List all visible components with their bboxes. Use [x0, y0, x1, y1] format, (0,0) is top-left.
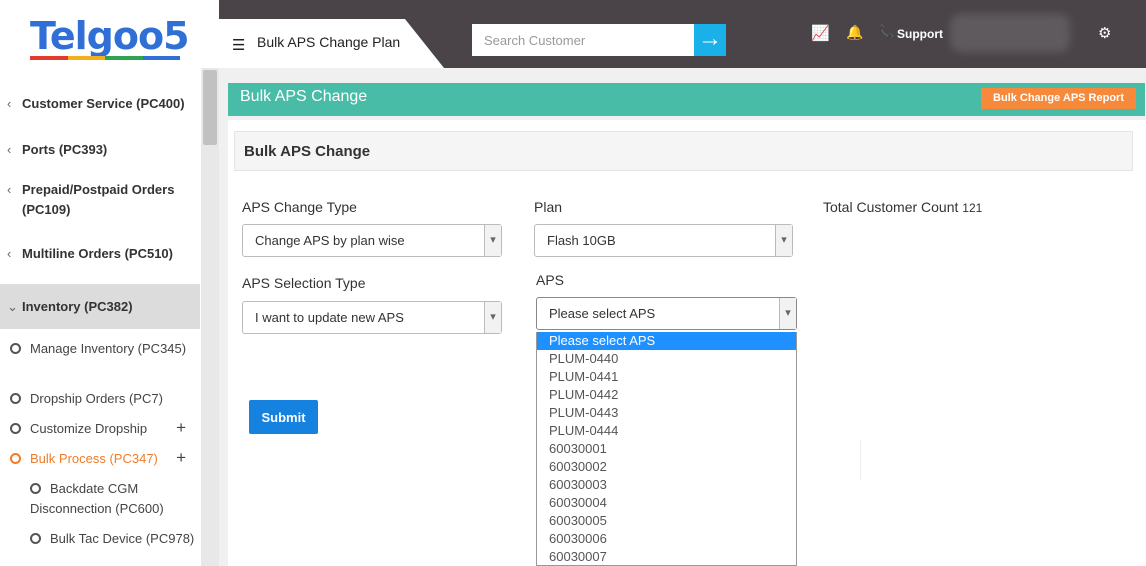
circle-icon	[10, 423, 21, 434]
aps-selection-type-label: APS Selection Type	[242, 275, 366, 291]
sidebar-item-label: Customer Service (PC400)	[22, 96, 185, 111]
search-arrow-button[interactable]: →	[694, 24, 726, 56]
sidebar-item-inventory[interactable]: ⌄ Inventory (PC382)	[0, 284, 200, 329]
sidebar-subsubitem-label: Backdate CGM Disconnection (PC600)	[30, 481, 164, 516]
sidebar-item-prepaid-postpaid-orders[interactable]: ‹ Prepaid/Postpaid Orders (PC109)	[0, 172, 200, 238]
sidebar-nav: ‹ Customer Service (PC400) ‹ Ports (PC39…	[0, 80, 200, 566]
aps-option[interactable]: PLUM-0440	[537, 350, 796, 368]
sidebar: Telgoo5 ‹ Customer Service (PC400) ‹ Por…	[0, 0, 219, 566]
user-profile[interactable]	[950, 14, 1070, 52]
banner-title: Bulk APS Change	[240, 88, 368, 105]
plan-value: Flash 10GB	[547, 233, 616, 248]
chevron-down-icon: ▾	[775, 225, 792, 256]
chevron-down-icon: ▾	[484, 302, 501, 333]
sidebar-subitem-label: Customize Dropship	[30, 421, 148, 436]
gear-icon[interactable]: ⚙	[1098, 24, 1111, 42]
bulk-change-aps-report-button[interactable]: Bulk Change APS Report	[981, 88, 1136, 109]
sidebar-subitem-dropship-orders[interactable]: Dropship Orders (PC7)	[0, 389, 200, 419]
sidebar-subsubitem-backdate-cgm[interactable]: Backdate CGM Disconnection (PC600)	[0, 479, 200, 529]
section-title: Bulk APS Change	[244, 143, 371, 160]
plus-icon[interactable]: +	[176, 418, 186, 438]
aps-change-type-value: Change APS by plan wise	[255, 233, 405, 248]
aps-change-type-label: APS Change Type	[242, 199, 357, 215]
sidebar-subitem-bulk-process[interactable]: Bulk Process (PC347) +	[0, 448, 200, 479]
aps-selection-type-select[interactable]: I want to update new APS ▾	[242, 301, 502, 334]
sidebar-item-multiline-orders[interactable]: ‹ Multiline Orders (PC510)	[0, 238, 200, 284]
phone-icon[interactable]: 📞	[878, 24, 894, 40]
search-customer-input[interactable]	[472, 24, 694, 56]
total-customer-count: Total Customer Count 121	[823, 199, 982, 215]
circle-icon	[10, 393, 21, 404]
hamburger-menu-icon[interactable]: ☰	[232, 36, 245, 54]
aps-option[interactable]: PLUM-0441	[537, 368, 796, 386]
sidebar-item-customer-service[interactable]: ‹ Customer Service (PC400)	[0, 80, 200, 126]
aps-option[interactable]: Please select APS	[537, 332, 796, 350]
plan-select[interactable]: Flash 10GB ▾	[534, 224, 793, 257]
chart-icon[interactable]: 📈	[811, 24, 830, 42]
arrow-right-icon: →	[698, 25, 722, 52]
aps-option[interactable]: 60030003	[537, 476, 796, 494]
chevron-left-icon: ‹	[7, 246, 12, 261]
page-title: Bulk APS Change Plan	[257, 34, 401, 50]
sidebar-subitem-label: Dropship Orders (PC7)	[30, 391, 163, 406]
sidebar-subitem-label: Manage Inventory (PC345)	[30, 341, 187, 356]
aps-option[interactable]: PLUM-0442	[537, 386, 796, 404]
logo-underline	[30, 56, 180, 60]
plus-icon[interactable]: +	[176, 448, 186, 468]
aps-value: Please select APS	[549, 306, 656, 321]
aps-option[interactable]: PLUM-0444	[537, 422, 796, 440]
sidebar-subsubitem-label: Bulk Tac Device (PC978)	[50, 531, 195, 546]
divider	[860, 440, 861, 480]
chevron-down-icon: ▾	[484, 225, 501, 256]
aps-change-type-select[interactable]: Change APS by plan wise ▾	[242, 224, 502, 257]
chevron-left-icon: ‹	[7, 142, 12, 157]
plan-label: Plan	[534, 199, 563, 215]
aps-option[interactable]: 60030004	[537, 494, 796, 512]
aps-selection-type-value: I want to update new APS	[255, 310, 404, 325]
chevron-down-icon: ▾	[779, 298, 796, 329]
aps-label: APS	[536, 272, 565, 288]
circle-icon	[10, 343, 21, 354]
chevron-down-icon: ⌄	[7, 299, 18, 314]
total-customer-count-value: 121	[962, 201, 983, 215]
aps-select[interactable]: Please select APS ▾	[536, 297, 797, 330]
sidebar-item-ports[interactable]: ‹ Ports (PC393)	[0, 126, 200, 172]
sidebar-item-label: Inventory (PC382)	[22, 299, 133, 314]
sidebar-subitem-customize-dropship[interactable]: Customize Dropship +	[0, 418, 200, 449]
aps-dropdown-list: Please select APS PLUM-0440 PLUM-0441 PL…	[536, 332, 797, 566]
aps-option[interactable]: 60030005	[537, 512, 796, 530]
sidebar-scrollbar-thumb[interactable]	[203, 70, 217, 145]
sidebar-item-label: Ports (PC393)	[22, 142, 108, 157]
sidebar-item-label: Multiline Orders (PC510)	[22, 246, 173, 261]
submit-button[interactable]: Submit	[249, 400, 318, 434]
support-link[interactable]: Support	[897, 27, 943, 41]
bell-icon[interactable]: 🔔	[846, 24, 863, 41]
aps-option[interactable]: 60030001	[537, 440, 796, 458]
sidebar-subsubitem-bulk-tac-device[interactable]: Bulk Tac Device (PC978)	[0, 529, 200, 566]
chevron-left-icon: ‹	[7, 182, 12, 197]
aps-option[interactable]: 60030002	[537, 458, 796, 476]
aps-option[interactable]: 60030006	[537, 530, 796, 548]
circle-icon	[30, 483, 41, 494]
aps-option[interactable]: 60030007	[537, 548, 796, 565]
circle-icon	[30, 533, 41, 544]
telgoo5-logo[interactable]: Telgoo5	[30, 14, 190, 58]
total-customer-count-label: Total Customer Count	[823, 199, 959, 215]
chevron-left-icon: ‹	[7, 96, 12, 111]
aps-option[interactable]: PLUM-0443	[537, 404, 796, 422]
circle-icon	[10, 453, 21, 464]
sidebar-subitem-label: Bulk Process (PC347)	[30, 451, 158, 466]
sidebar-item-label: Prepaid/Postpaid Orders (PC109)	[22, 182, 175, 217]
sidebar-subitem-manage-inventory[interactable]: Manage Inventory (PC345)	[0, 339, 200, 389]
